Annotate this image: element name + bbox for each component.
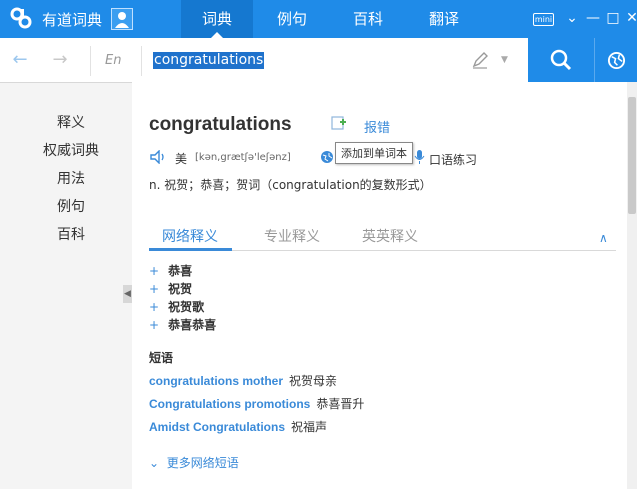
web-search-button[interactable] — [594, 38, 637, 83]
user-avatar-icon[interactable] — [111, 8, 133, 30]
tab-dictionary[interactable]: 词典 — [181, 0, 253, 38]
language-label: En — [105, 53, 122, 68]
sidebar-item-encyclopedia[interactable]: 百科 — [31, 224, 111, 244]
add-to-wordbook-icon[interactable] — [331, 116, 347, 130]
list-item[interactable]: + 恭喜 — [149, 262, 192, 279]
phrase-link[interactable]: Congratulations promotions — [149, 397, 310, 411]
chevron-down-icon[interactable]: ▼ — [501, 55, 508, 65]
minimize-icon[interactable]: — — [585, 10, 601, 26]
globe-icon[interactable] — [320, 150, 334, 164]
chevron-down-icon[interactable]: ⌄ — [564, 10, 580, 26]
title-bar: 有道词典 词典 例句 百科 翻译 mini ⌄ — □ ✕ — [0, 0, 637, 38]
chevron-up-icon[interactable]: ∧ — [599, 231, 608, 245]
plus-icon: + — [149, 318, 160, 332]
tab-encyclopedia[interactable]: 百科 — [332, 0, 404, 38]
phonetic-text: [kən,grætʃə'leʃənz] — [195, 152, 291, 163]
scrollbar-thumb[interactable] — [628, 97, 636, 214]
headword: congratulations — [149, 114, 292, 135]
app-name: 有道词典 — [42, 11, 103, 29]
sidebar-item-authoritative[interactable]: 权威词典 — [31, 140, 111, 160]
sidebar-collapse-handle[interactable]: ◀ — [123, 285, 132, 303]
pronunciation-label: 美 — [175, 152, 188, 166]
youdao-logo-icon — [10, 7, 32, 29]
tab-active-indicator — [149, 248, 232, 251]
phrase-translation: 祝贺母亲 — [289, 374, 338, 388]
microphone-icon[interactable] — [414, 150, 425, 164]
tab-translate[interactable]: 翻译 — [408, 0, 480, 38]
sidebar-item-examples[interactable]: 例句 — [31, 196, 111, 216]
plus-icon: + — [149, 282, 160, 296]
brief-definition: n. 祝贺；恭喜；贺词（congratulation的复数形式） — [149, 178, 432, 192]
phrase-row: Amidst Congratulations 祝福声 — [149, 418, 327, 435]
list-item[interactable]: + 恭喜恭喜 — [149, 316, 216, 333]
list-item[interactable]: + 祝贺 — [149, 280, 192, 297]
chevron-down-icon: ⌄ — [149, 456, 167, 470]
tab-professional-definition[interactable]: 专业释义 — [264, 226, 320, 246]
phrase-link[interactable]: congratulations mother — [149, 374, 283, 388]
search-button[interactable] — [528, 38, 594, 83]
more-phrases-link[interactable]: ⌄ 更多网络短语 — [149, 454, 239, 471]
report-error-link[interactable]: 报错 — [364, 117, 390, 136]
search-icon — [550, 49, 572, 71]
oral-practice-link[interactable]: 口语练习 — [429, 151, 477, 168]
plus-icon: + — [149, 264, 160, 278]
list-item[interactable]: + 祝贺歌 — [149, 298, 204, 315]
phrases-heading: 短语 — [149, 351, 174, 365]
handwriting-pen-icon[interactable] — [471, 51, 489, 69]
plus-icon: + — [149, 300, 160, 314]
speaker-icon[interactable] — [150, 150, 168, 164]
close-icon[interactable]: ✕ — [624, 10, 637, 26]
back-arrow-icon[interactable]: ← — [10, 50, 30, 70]
search-input[interactable]: congratulations — [153, 52, 265, 69]
sidebar-item-usage[interactable]: 用法 — [31, 168, 111, 188]
phrase-row: congratulations mother 祝贺母亲 — [149, 372, 337, 389]
globe-icon — [607, 51, 626, 70]
maximize-icon[interactable]: □ — [605, 10, 621, 26]
sidebar-item-definition[interactable]: 释义 — [31, 112, 111, 132]
phrase-link[interactable]: Amidst Congratulations — [149, 420, 285, 434]
mini-mode-button[interactable]: mini — [533, 13, 554, 26]
phrase-row: Congratulations promotions 恭喜晋升 — [149, 395, 364, 412]
phrase-translation: 祝福声 — [291, 420, 328, 434]
phrase-translation: 恭喜晋升 — [316, 397, 365, 411]
add-to-wordbook-tooltip: 添加到单词本 — [335, 142, 413, 164]
tab-english-definition[interactable]: 英英释义 — [362, 226, 418, 246]
tab-examples[interactable]: 例句 — [256, 0, 328, 38]
forward-arrow-icon[interactable]: → — [50, 50, 70, 70]
tab-web-definition[interactable]: 网络释义 — [162, 226, 218, 246]
